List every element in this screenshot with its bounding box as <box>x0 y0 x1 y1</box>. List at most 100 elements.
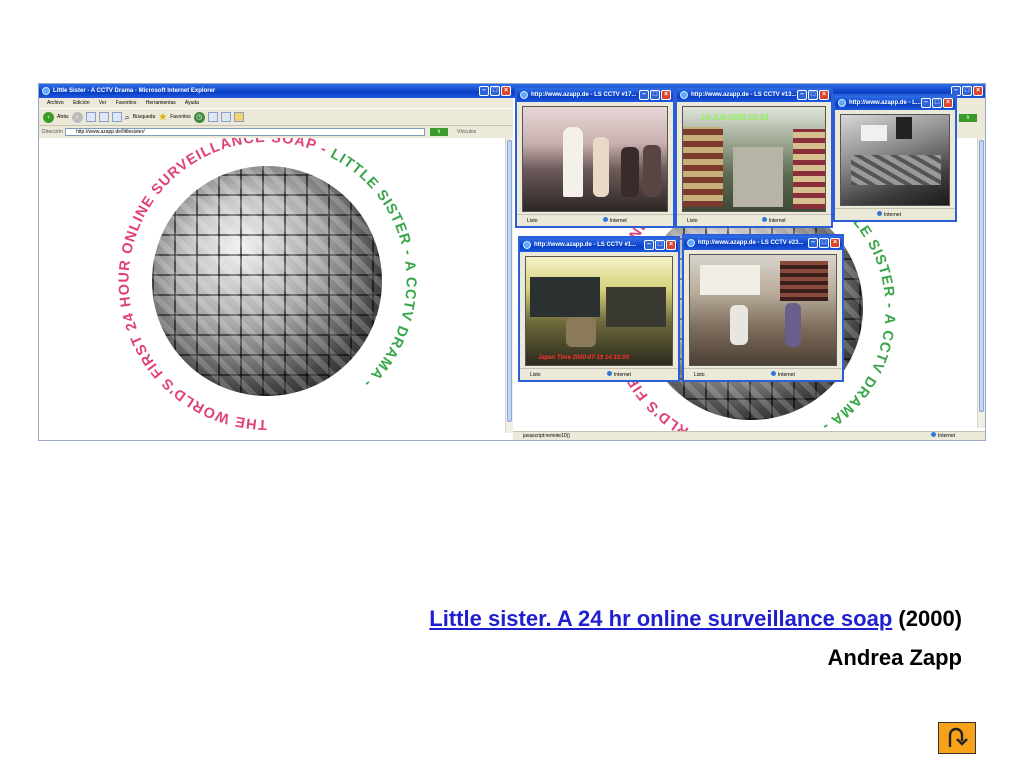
close-button[interactable]: × <box>830 238 840 248</box>
ie-status-bar-right: javascript:remote10() Internet <box>513 431 985 440</box>
close-button[interactable]: × <box>666 240 676 250</box>
print-icon[interactable] <box>220 112 231 122</box>
ie-logo-icon <box>42 87 50 95</box>
favorites-label[interactable]: Favoritos <box>170 114 191 120</box>
menu-ver[interactable]: Ver <box>99 100 107 106</box>
maximize-button[interactable]: □ <box>650 90 660 100</box>
popup-status-bar: Listo Internet <box>677 214 831 226</box>
svg-text:THE WORLD'S FIRST 24 HOUR ONLI: THE WORLD'S FIRST 24 HOUR ONLINE SURVEIL… <box>116 138 418 432</box>
artwork-author: Andrea Zapp <box>827 645 962 670</box>
popup-title-bar: http://www.azapp.de - LS CCTV #23... – □ × <box>684 236 842 250</box>
popup-title-bar: http://www.azapp.de - LS CCTV #1... – □ × <box>520 238 678 252</box>
popup-status-bar: Listo Internet <box>520 368 678 380</box>
cctv-camera-feed: 10 Juli 2000 10:24 <box>682 106 826 212</box>
minimize-button[interactable]: – <box>808 238 818 248</box>
ie-logo-icon <box>838 99 846 107</box>
ie-window-left: Little Sister - A CCTV Drama - Microsoft… <box>39 84 513 440</box>
menu-favoritos[interactable]: Favoritos <box>116 100 137 106</box>
close-button[interactable]: × <box>943 98 953 108</box>
ie-scrollbar-right[interactable] <box>977 138 985 428</box>
status-zone: Internet <box>877 209 901 221</box>
maximize-button[interactable]: □ <box>819 238 829 248</box>
ie-logo-icon <box>520 91 528 99</box>
ie-title-bar: Little Sister - A CCTV Drama - Microsoft… <box>39 84 513 98</box>
sphere-ring-text: THE WORLD'S FIRST 24 HOUR ONLINE SURVEIL… <box>116 138 418 432</box>
maximize-button[interactable]: □ <box>932 98 942 108</box>
status-text: javascript:remote10() <box>523 433 570 439</box>
globe-icon <box>602 217 608 222</box>
minimize-button[interactable]: – <box>797 90 807 100</box>
status-zone: Internet <box>606 369 631 381</box>
popup-title: http://www.azapp.de - LS CCTV #1... <box>534 242 637 248</box>
status-zone: Internet <box>602 215 627 227</box>
maximize-button[interactable]: □ <box>808 90 818 100</box>
popup-title: http://www.azapp.de - LS CCTV #17... <box>531 92 637 98</box>
stop-icon[interactable] <box>85 112 96 122</box>
home-icon[interactable] <box>111 112 122 122</box>
camera-timestamp: Japan Time 2000-07-19 14:10:00 <box>538 355 629 361</box>
popup-status-bar: Internet <box>835 208 955 220</box>
cctv-popup-1[interactable]: http://www.azapp.de - LS CCTV #1... – □ × … <box>518 236 680 382</box>
maximize-button[interactable]: □ <box>490 86 500 96</box>
cctv-popup-small[interactable]: http://www.azapp.de - L... – □ × Internet <box>833 94 957 222</box>
popup-title: http://www.azapp.de - L... <box>849 100 921 106</box>
status-zone: Internet <box>770 369 795 381</box>
links-label[interactable]: Vínculos <box>457 126 476 138</box>
ring-text-green: LITTLE SISTER - A CCTV DRAMA - <box>328 146 419 391</box>
menu-bar: Archivo Edición Ver Favoritos Herramient… <box>39 98 513 108</box>
search-icon[interactable]: ⌕ <box>125 112 130 123</box>
forward-arrow-icon[interactable]: › <box>71 111 83 123</box>
minimize-button[interactable]: – <box>639 90 649 100</box>
back-arrow-icon[interactable]: ‹ <box>43 111 54 123</box>
maximize-button[interactable]: □ <box>655 240 665 250</box>
ie-window-title: Little Sister - A CCTV Drama - Microsoft… <box>53 88 216 94</box>
status-text: Listo <box>527 218 538 224</box>
surveillance-screenshot: Little Sister - A CCTV Drama - Microsoft… <box>38 83 986 441</box>
cctv-camera-feed <box>522 106 668 212</box>
artwork-title-link[interactable]: Little sister. A 24 hr online surveillan… <box>429 606 892 631</box>
status-zone: Internet <box>761 215 786 227</box>
cctv-popup-13[interactable]: http://www.azapp.de - LS CCTV #13... – □ ×… <box>675 86 833 228</box>
return-arrow-icon <box>948 727 968 747</box>
cctv-camera-feed <box>840 114 950 206</box>
popup-title-bar: http://www.azapp.de - LS CCTV #13... – □ × <box>677 88 831 102</box>
popup-title-bar: http://www.azapp.de - LS CCTV #17... – □ × <box>517 88 673 102</box>
refresh-icon[interactable] <box>98 112 109 122</box>
menu-archivo[interactable]: Archivo <box>47 100 64 106</box>
ie-scrollbar[interactable] <box>505 138 513 433</box>
globe-icon <box>761 217 767 222</box>
cctv-camera-feed <box>689 254 837 366</box>
return-button[interactable] <box>938 722 976 754</box>
cctv-camera-feed: Japan Time 2000-07-19 14:10:00 <box>525 256 673 366</box>
status-text: Listo <box>694 372 705 378</box>
popup-title-bar: http://www.azapp.de - L... – □ × <box>835 96 955 110</box>
globe-icon <box>770 371 776 376</box>
close-button[interactable]: × <box>501 86 511 96</box>
status-text: Listo <box>687 218 698 224</box>
ie-toolbar: ‹ Atrás › ⌕ Búsqueda ★ Favoritos ◷ <box>39 108 513 126</box>
star-icon[interactable]: ★ <box>158 112 167 123</box>
minimize-button[interactable]: – <box>479 86 489 96</box>
menu-ayuda[interactable]: Ayuda <box>185 100 199 106</box>
menu-herramientas[interactable]: Herramientas <box>146 100 176 106</box>
mail-icon[interactable] <box>207 112 218 122</box>
close-button[interactable]: × <box>819 90 829 100</box>
history-icon[interactable]: ◷ <box>193 111 205 123</box>
go-button[interactable]: Ir <box>430 128 448 136</box>
search-label[interactable]: Búsqueda <box>133 114 156 120</box>
minimize-button[interactable]: – <box>644 240 654 250</box>
back-label[interactable]: Atrás <box>57 114 69 120</box>
address-input[interactable]: http://www.azapp.de/littlesister/ <box>65 128 425 136</box>
folder-icon[interactable] <box>233 112 244 122</box>
address-label: Dirección <box>42 129 63 135</box>
popup-status-bar: Listo Internet <box>517 214 673 226</box>
artwork-year: (2000) <box>898 606 962 631</box>
ie-logo-icon <box>680 91 688 99</box>
cctv-popup-17[interactable]: http://www.azapp.de - LS CCTV #17... – □ ×… <box>515 86 675 228</box>
close-button[interactable]: × <box>661 90 671 100</box>
cctv-popup-23[interactable]: http://www.azapp.de - LS CCTV #23... – □ ×… <box>682 234 844 382</box>
popup-title: http://www.azapp.de - LS CCTV #13... <box>691 92 797 98</box>
minimize-button[interactable]: – <box>921 98 931 108</box>
popup-title: http://www.azapp.de - LS CCTV #23... <box>698 240 804 246</box>
menu-edicion[interactable]: Edición <box>73 100 89 106</box>
